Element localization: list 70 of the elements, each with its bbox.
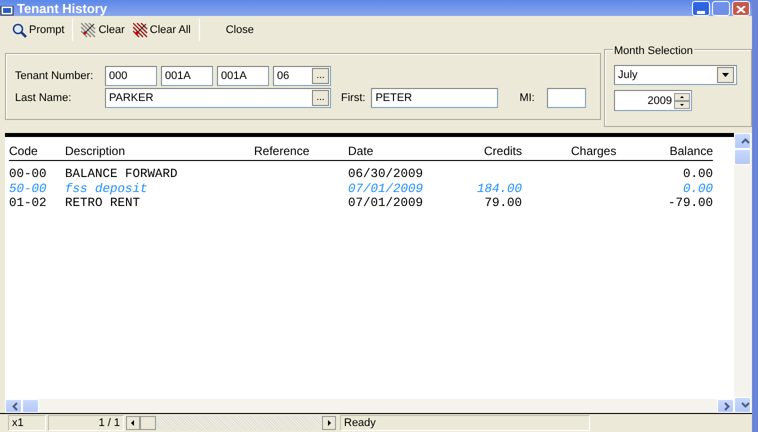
column-header[interactable]: Balance bbox=[619, 137, 713, 161]
column-header[interactable]: Description bbox=[65, 137, 254, 161]
page-scrollbar[interactable] bbox=[126, 416, 336, 430]
zoom-pane: x1 bbox=[8, 415, 46, 431]
close-button[interactable]: Close bbox=[222, 19, 258, 41]
close-icon bbox=[736, 6, 746, 13]
prompt-button[interactable]: Prompt bbox=[8, 19, 68, 41]
window-title: Tenant History bbox=[16, 0, 108, 16]
column-header[interactable]: Reference bbox=[254, 137, 348, 161]
search-icon bbox=[12, 22, 27, 38]
table-cell-text: 01-02 bbox=[9, 196, 48, 210]
column-header[interactable]: Code bbox=[9, 137, 65, 161]
scroll-right-button[interactable] bbox=[717, 399, 734, 413]
chevron-right-icon bbox=[724, 402, 730, 410]
app-icon bbox=[0, 6, 14, 16]
dropdown-button[interactable] bbox=[717, 67, 734, 83]
hatched-eraser-icon bbox=[132, 22, 148, 38]
field-label: MI: bbox=[519, 90, 535, 106]
tenant-number-field[interactable]: 06 ... bbox=[273, 66, 331, 86]
arrow-left-icon bbox=[126, 416, 140, 430]
table-cell-text: 07/01/2009 bbox=[348, 182, 424, 196]
scroll-thumb[interactable] bbox=[734, 149, 751, 165]
close-button[interactable] bbox=[732, 0, 750, 16]
tenant-number-field[interactable]: 001A bbox=[161, 66, 213, 86]
clear-all-button[interactable]: Clear All bbox=[128, 19, 195, 41]
minimize-button[interactable] bbox=[692, 0, 710, 16]
table-cell-text: 00-00 bbox=[9, 167, 48, 182]
tenant-number-field[interactable]: 001A bbox=[217, 66, 269, 86]
table-cell-text: RETRO RENT bbox=[65, 196, 142, 210]
first-name-field[interactable]: PETER bbox=[371, 88, 498, 108]
maximize-button[interactable] bbox=[712, 0, 730, 16]
table-cell-text: 50-00 bbox=[9, 182, 48, 196]
table-cell-text: 0.00 bbox=[682, 167, 713, 182]
table-cell-text: 07/01/2009 bbox=[348, 196, 424, 210]
table-cell-text: BALANCE FORWARD bbox=[65, 167, 179, 182]
page-pane: 1 / 1 bbox=[48, 415, 124, 431]
table-cell-text: -79.00 bbox=[666, 196, 713, 210]
field-label: First: bbox=[341, 90, 366, 106]
hatched-eraser-icon bbox=[81, 22, 96, 38]
table-cell-text: 06/30/2009 bbox=[348, 167, 424, 182]
year-spinner[interactable]: 2009 bbox=[614, 90, 692, 111]
last-name-field[interactable]: PARKER ... bbox=[105, 88, 331, 108]
browse-button[interactable]: ... bbox=[312, 68, 329, 84]
status-text: Ready bbox=[340, 415, 590, 431]
table-cell-text: 0.00 bbox=[682, 182, 713, 196]
spin-up-icon bbox=[674, 92, 690, 100]
field-label: Last Name: bbox=[15, 90, 72, 106]
column-header[interactable]: Charges bbox=[522, 137, 619, 161]
table-cell-text: 184.00 bbox=[476, 182, 522, 196]
scroll-thumb bbox=[140, 416, 156, 430]
column-header[interactable]: Credits bbox=[448, 137, 522, 161]
chevron-up-icon bbox=[741, 138, 750, 144]
table-cell-text: 79.00 bbox=[483, 196, 522, 210]
month-dropdown[interactable]: July bbox=[614, 65, 737, 85]
clear-button[interactable]: Clear bbox=[77, 19, 129, 41]
field-label: Tenant Number: bbox=[15, 68, 94, 84]
arrow-right-icon bbox=[322, 416, 336, 430]
table-cell-text: fss deposit bbox=[65, 182, 149, 196]
column-header[interactable]: Date bbox=[348, 137, 448, 161]
scroll-up-button[interactable] bbox=[734, 133, 751, 149]
scroll-left-button[interactable] bbox=[5, 399, 22, 413]
spin-down-icon bbox=[674, 100, 690, 108]
chevron-down-icon bbox=[741, 402, 750, 408]
scroll-thumb[interactable] bbox=[22, 399, 39, 413]
caret-icon bbox=[722, 73, 729, 77]
chevron-left-icon bbox=[12, 402, 18, 410]
browse-button[interactable]: ... bbox=[312, 90, 329, 106]
scroll-down-button[interactable] bbox=[734, 397, 751, 413]
minimize-icon bbox=[697, 10, 705, 14]
tenant-number-field[interactable]: 000 bbox=[105, 66, 157, 86]
